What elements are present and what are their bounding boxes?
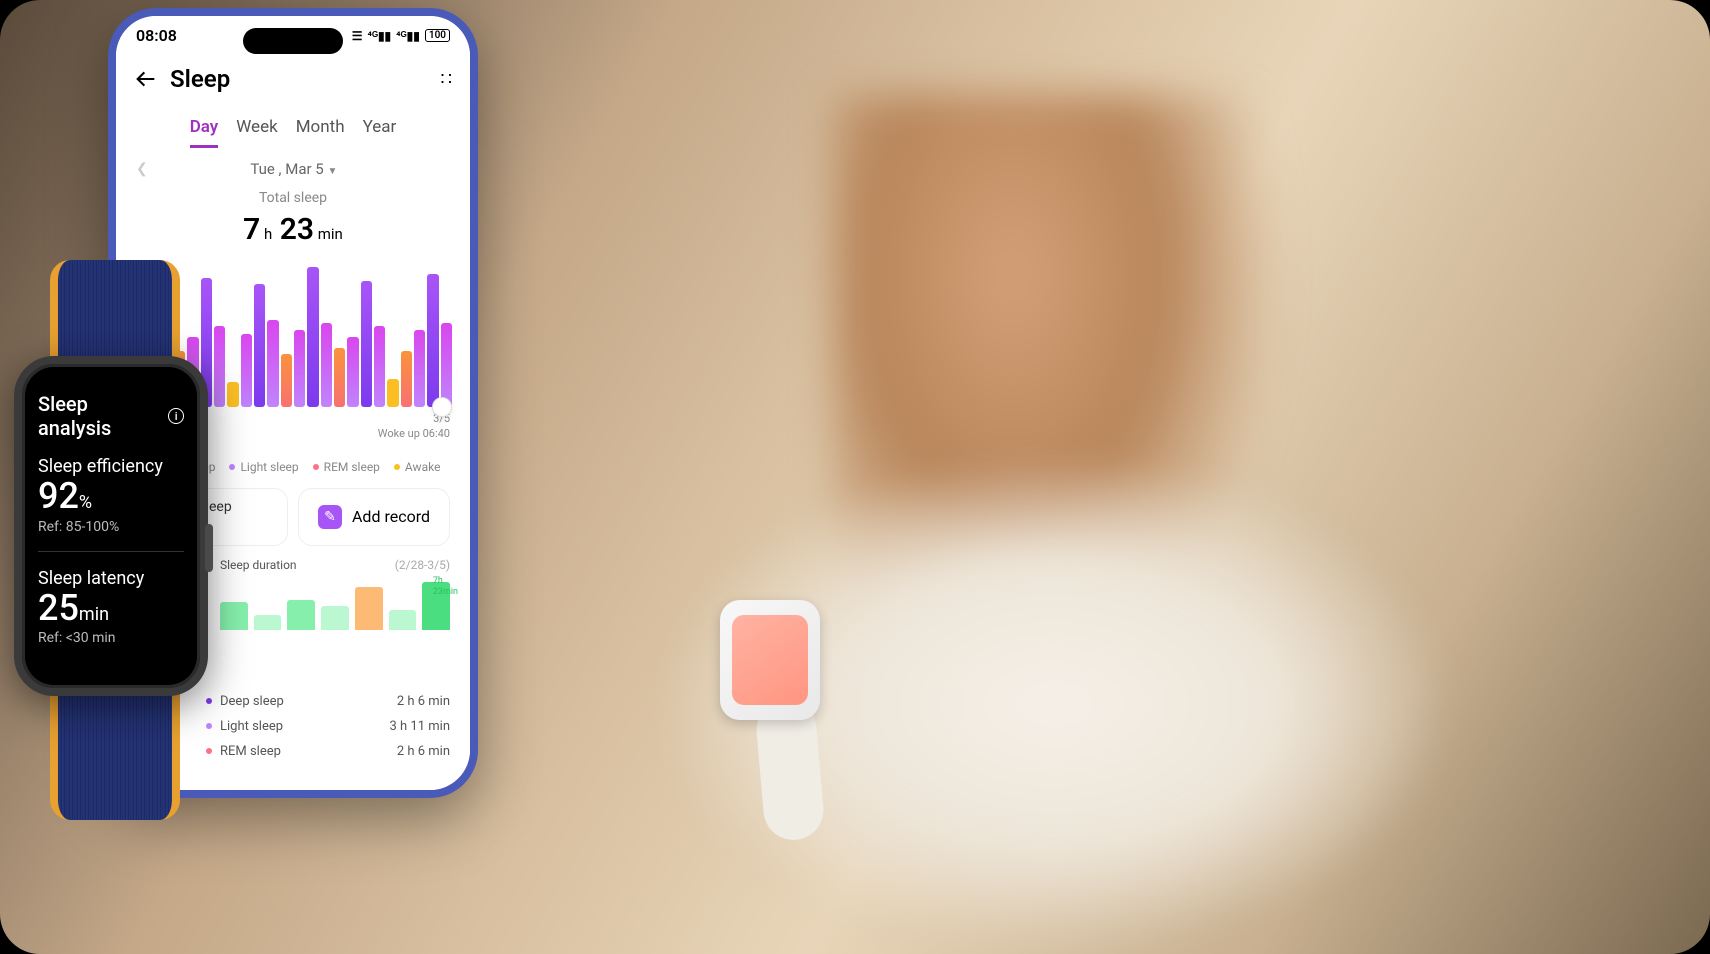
sleep-bar: [267, 320, 278, 407]
sleep-bar: [414, 330, 425, 407]
page-title: Sleep: [170, 65, 230, 93]
duration-bar: [220, 602, 248, 630]
sleep-efficiency-metric: Sleep efficiency 92% Ref: 85-100%: [38, 456, 184, 535]
sleep-bar: [347, 337, 358, 407]
signal-icon: ⁴ᴳ▮▮: [367, 29, 391, 43]
sleep-bar: [294, 330, 305, 407]
period-tabs: Day Week Month Year: [116, 107, 470, 148]
tab-day[interactable]: Day: [190, 117, 219, 148]
stage-row[interactable]: Deep sleep2 h 6 min: [206, 689, 450, 714]
sleep-bar: [307, 267, 318, 407]
duration-bar: [389, 610, 417, 630]
duration-bar: [287, 600, 315, 630]
phone-notch: [243, 28, 343, 54]
battery-icon: 100: [425, 29, 450, 42]
duration-range: (2/28-3/5): [395, 558, 450, 572]
tab-year[interactable]: Year: [363, 117, 397, 148]
chart-slider-handle[interactable]: [432, 397, 452, 417]
sleep-bar: [214, 326, 225, 407]
status-time: 08:08: [136, 26, 177, 45]
date-selector: ❮ Tue , Mar 5 ▼: [116, 148, 470, 190]
duration-peak-label: 7h 23min: [433, 576, 458, 598]
duration-bar: [355, 587, 383, 630]
back-arrow-icon[interactable]: [136, 69, 156, 89]
sleep-bar: [387, 379, 398, 407]
add-record-button[interactable]: ✎ Add record: [298, 488, 450, 546]
divider: [38, 551, 184, 552]
sleep-bar: [334, 348, 345, 407]
legend-item: Awake: [394, 460, 441, 474]
duration-bar: [254, 615, 282, 630]
stage-row[interactable]: REM sleep2 h 6 min: [206, 739, 450, 764]
sleep-bar: [441, 323, 452, 407]
prev-day-icon[interactable]: ❮: [136, 161, 148, 177]
sleep-bar: [254, 284, 265, 407]
signal-icon-2: ⁴ᴳ▮▮: [396, 29, 420, 43]
duration-bar: [321, 606, 349, 630]
legend-item: REM sleep: [313, 460, 380, 474]
sleep-bar: [374, 326, 385, 407]
sleep-bar: [361, 281, 372, 407]
tab-week[interactable]: Week: [236, 117, 277, 148]
sleep-bar: [401, 351, 412, 407]
info-icon[interactable]: i: [168, 408, 184, 424]
duration-title: Sleep duration: [220, 558, 297, 572]
watch-screen-title: Sleep analysis i: [38, 392, 184, 440]
sleep-latency-metric: Sleep latency 25min Ref: <30 min: [38, 568, 184, 647]
smartwatch-device: Sleep analysis i Sleep efficiency 92% Re…: [14, 356, 208, 696]
add-record-icon: ✎: [318, 505, 342, 529]
tab-month[interactable]: Month: [296, 117, 345, 148]
total-sleep-summary: Total sleep 7 h 23 min: [116, 190, 470, 257]
sleep-bar: [321, 323, 332, 407]
wrist-watch-on-model: [720, 600, 820, 720]
menu-more-icon[interactable]: ∷: [441, 69, 450, 90]
sleep-bar: [241, 334, 252, 407]
sleep-bar: [227, 382, 238, 407]
sleep-bar: [281, 354, 292, 407]
legend-item: Light sleep: [229, 460, 298, 474]
watch-crown-button[interactable]: [205, 524, 213, 572]
sleep-bar: [427, 274, 438, 407]
sleep-duration-chart[interactable]: 7h 23min: [220, 580, 450, 630]
chevron-down-icon: ▼: [327, 166, 337, 177]
app-header: Sleep ∷: [116, 51, 470, 107]
stage-row[interactable]: Light sleep3 h 11 min: [206, 714, 450, 739]
wifi-icon: ☰: [352, 29, 363, 43]
current-date[interactable]: Tue , Mar 5 ▼: [164, 160, 424, 178]
